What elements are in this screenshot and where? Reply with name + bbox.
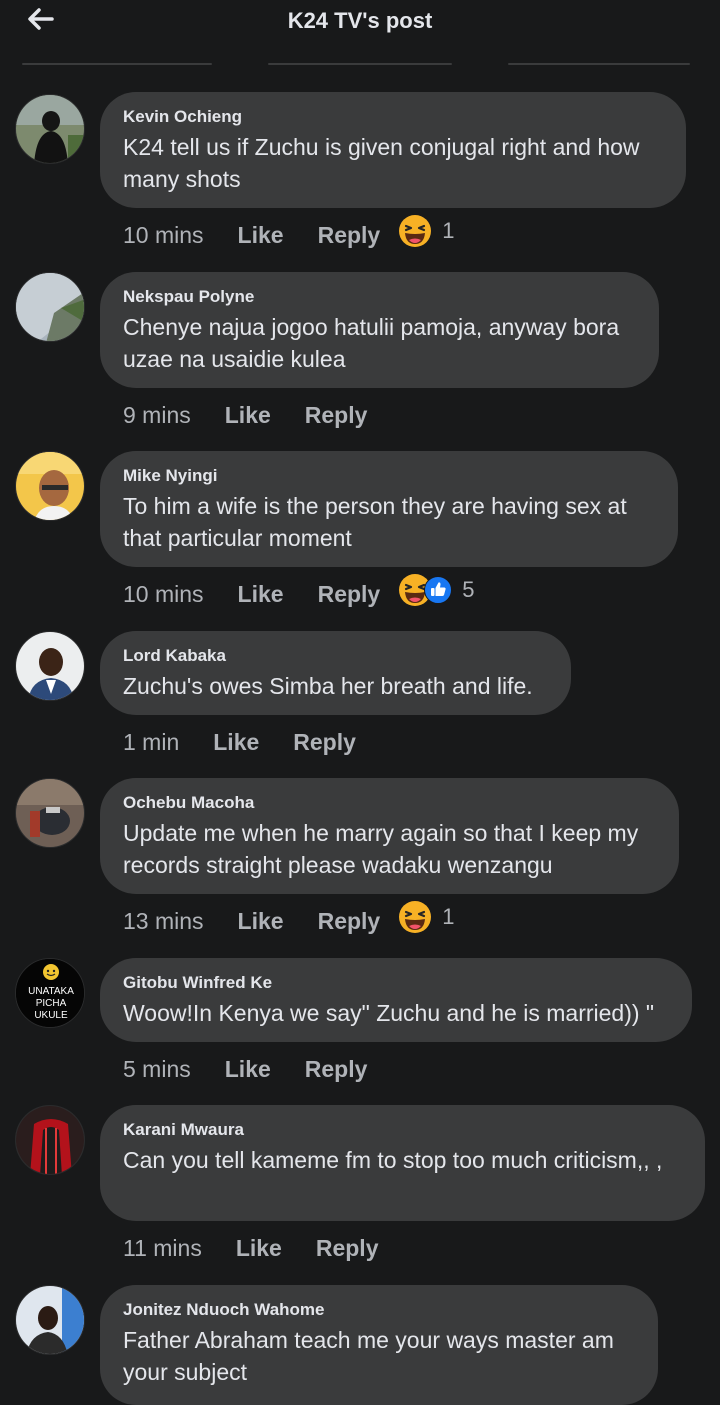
reply-button[interactable]: Reply [293,729,356,756]
avatar-text: UKULE [34,1010,68,1021]
reactions-summary[interactable]: 1 [398,900,454,934]
like-button[interactable]: Like [238,581,284,608]
like-button[interactable]: Like [225,402,271,429]
like-button[interactable]: Like [238,222,284,249]
avatar[interactable] [15,94,85,164]
reaction-count: 1 [442,218,455,243]
comment-bubble[interactable]: Nekspau Polyne Chenye najua jogoo hatuli… [100,272,659,388]
comment-author[interactable]: Gitobu Winfred Ke [123,973,668,993]
reaction-count: 5 [462,577,475,602]
comment-author[interactable]: Nekspau Polyne [123,287,635,307]
comment-text: Can you tell kameme fm to stop too much … [123,1147,663,1173]
comment-timestamp[interactable]: 9 mins [123,402,191,429]
like-button[interactable]: Like [213,729,259,756]
comment-author[interactable]: Kevin Ochieng [123,107,662,127]
reactions-summary[interactable]: 1 [398,214,454,248]
reply-button[interactable]: Reply [318,908,381,935]
avatar[interactable] [15,631,85,701]
comment-text: K24 tell us if Zuchu is given conjugal r… [123,134,640,192]
comment-author[interactable]: Ochebu Macoha [123,793,655,813]
comment-timestamp[interactable]: 5 mins [123,1056,191,1083]
comment-timestamp[interactable]: 13 mins [123,908,204,935]
comment-author[interactable]: Lord Kabaka [123,646,547,666]
reactions-summary[interactable]: 5 [398,573,474,607]
comment-bubble[interactable]: Lord Kabaka Zuchu's owes Simba her breat… [100,631,571,715]
divider [268,63,452,65]
comment-timestamp[interactable]: 10 mins [123,222,204,249]
comment-author[interactable]: Mike Nyingi [123,466,654,486]
avatar-text: UNATAKA [28,986,74,997]
comment-text: Father Abraham teach me your ways master… [123,1327,614,1385]
like-button[interactable]: Like [236,1235,282,1262]
comment-timestamp[interactable]: 11 mins [123,1235,202,1262]
comment-text: Update me when he marry again so that I … [123,820,639,878]
avatar[interactable] [15,451,85,521]
comment-bubble[interactable]: Kevin Ochieng K24 tell us if Zuchu is gi… [100,92,686,208]
haha-icon [399,901,432,933]
comment-timestamp[interactable]: 1 min [123,729,179,756]
divider [508,63,690,65]
comment-bubble[interactable]: Ochebu Macoha Update me when he marry ag… [100,778,679,894]
comment-bubble[interactable]: Jonitez Nduoch Wahome Father Abraham tea… [100,1285,658,1405]
reply-button[interactable]: Reply [305,1056,368,1083]
comment-bubble[interactable]: Mike Nyingi To him a wife is the person … [100,451,678,567]
comment-text: Chenye najua jogoo hatulii pamoja, anywa… [123,314,620,372]
avatar[interactable] [15,1285,85,1355]
avatar[interactable] [15,778,85,848]
comment-text: Woow!In Kenya we say" Zuchu and he is ma… [123,1000,655,1026]
comment-actions: 10 mins Like Reply 1 [123,215,454,252]
comment-actions: 5 mins Like Reply [123,1052,367,1086]
avatar[interactable] [15,272,85,342]
reply-button[interactable]: Reply [318,581,381,608]
reaction-count: 1 [442,904,455,929]
comment-actions: 10 mins Like Reply 5 [123,574,474,611]
comment-timestamp[interactable]: 10 mins [123,581,204,608]
reply-button[interactable]: Reply [316,1235,379,1262]
comment-author[interactable]: Karani Mwaura [123,1120,681,1140]
haha-icon [399,215,432,247]
page-title: K24 TV's post [287,8,433,33]
divider [22,63,212,65]
reply-button[interactable]: Reply [305,402,368,429]
avatar-text: PICHA [36,998,67,1009]
like-button[interactable]: Like [225,1056,271,1083]
comment-actions: 9 mins Like Reply [123,398,367,432]
comment-bubble[interactable]: Gitobu Winfred Ke Woow!In Kenya we say" … [100,958,692,1042]
comment-actions: 1 min Like Reply [123,725,356,759]
comment-bubble[interactable]: Karani Mwaura Can you tell kameme fm to … [100,1105,705,1221]
thumbs-up-icon [424,576,453,604]
app-header: K24 TV's post [0,0,720,68]
like-button[interactable]: Like [238,908,284,935]
comment-text: Zuchu's owes Simba her breath and life. [123,673,533,699]
avatar[interactable]: UNATAKA PICHA UKULE [15,958,85,1028]
comment-actions: 11 mins Like Reply [123,1231,379,1265]
comment-text: To him a wife is the person they are hav… [123,493,627,551]
comment-actions: 13 mins Like Reply 1 [123,901,454,938]
reply-button[interactable]: Reply [318,222,381,249]
comment-author[interactable]: Jonitez Nduoch Wahome [123,1300,634,1320]
avatar[interactable] [15,1105,85,1175]
